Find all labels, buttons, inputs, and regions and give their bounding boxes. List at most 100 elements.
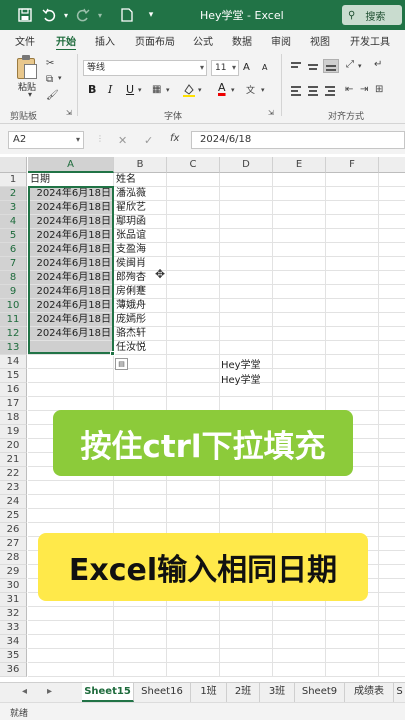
fill-handle[interactable] (110, 351, 115, 356)
grid-cell[interactable] (114, 509, 167, 523)
grid-cell[interactable] (273, 243, 326, 257)
tab-data[interactable]: 数据 (232, 33, 252, 48)
name-cell[interactable]: 骆杰轩 (114, 327, 167, 341)
grid-cell[interactable] (114, 481, 167, 495)
grid-cell[interactable] (273, 229, 326, 243)
grid-cell[interactable] (220, 299, 273, 313)
grid-cell[interactable] (326, 509, 379, 523)
grid-cell[interactable] (379, 425, 405, 439)
grid-cell[interactable] (167, 327, 220, 341)
grid-cell[interactable] (273, 397, 326, 411)
row-header[interactable]: 34 (0, 635, 27, 649)
column-header-f[interactable]: F (326, 157, 379, 173)
grid-cell[interactable] (114, 621, 167, 635)
grid-cell[interactable] (273, 481, 326, 495)
grid-cell[interactable] (167, 229, 220, 243)
grid-cell[interactable] (379, 635, 405, 649)
column-header-d[interactable]: D (220, 157, 273, 173)
grid-cell[interactable] (220, 327, 273, 341)
grid-cell[interactable] (220, 257, 273, 271)
grid-cell[interactable] (28, 369, 114, 383)
row-header[interactable]: 10 (0, 299, 27, 313)
grid-cell[interactable] (326, 313, 379, 327)
row-header[interactable]: 31 (0, 593, 27, 607)
phonetic-guide-icon[interactable]: 文 (246, 83, 255, 96)
row-header[interactable]: 23 (0, 481, 27, 495)
grid-cell[interactable] (379, 313, 405, 327)
name-box[interactable]: A2 ▾ (8, 131, 84, 149)
row-header[interactable]: 24 (0, 495, 27, 509)
grid-cell[interactable] (273, 355, 326, 369)
row-header[interactable]: 8 (0, 271, 27, 285)
new-document-icon[interactable] (118, 6, 136, 24)
row-header[interactable]: 7 (0, 257, 27, 271)
grid-cell[interactable] (220, 285, 273, 299)
underline-dropdown-icon[interactable]: ▾ (138, 86, 142, 94)
column-header-c[interactable]: C (167, 157, 220, 173)
row-header[interactable]: 19 (0, 425, 27, 439)
name-cell[interactable]: 张品谊 (114, 229, 167, 243)
grid-cell[interactable] (114, 635, 167, 649)
column-header-a[interactable]: A (28, 157, 114, 173)
column-header-e[interactable]: E (273, 157, 326, 173)
grid-cell[interactable] (379, 271, 405, 285)
grid-cell[interactable] (273, 313, 326, 327)
grid-cell[interactable] (28, 649, 114, 663)
grid-cell[interactable] (167, 243, 220, 257)
copy-icon[interactable]: ⧉ (46, 74, 53, 85)
orientation-icon[interactable]: ⤢ (346, 59, 354, 70)
font-color-dropdown-icon[interactable]: ▾ (231, 86, 235, 94)
grid-cell[interactable] (326, 649, 379, 663)
row-header[interactable]: 15 (0, 369, 27, 383)
grid-cell[interactable] (28, 607, 114, 621)
grid-cell[interactable] (326, 607, 379, 621)
merge-center-icon[interactable]: ⊞ (375, 84, 383, 95)
grid-cell[interactable] (326, 481, 379, 495)
auto-fill-options-icon[interactable]: ▤ (115, 358, 128, 370)
column-header-b[interactable]: B (114, 157, 167, 173)
tab-formulas[interactable]: 公式 (193, 33, 213, 48)
grid-cell[interactable] (273, 649, 326, 663)
redo-icon[interactable] (74, 6, 92, 24)
paste-button-label[interactable]: 粘贴 (18, 80, 36, 93)
grid-cell[interactable] (167, 649, 220, 663)
grid-cell[interactable] (379, 327, 405, 341)
grid-cell[interactable] (379, 257, 405, 271)
grid-cell[interactable] (220, 229, 273, 243)
font-color-button[interactable]: A (218, 81, 226, 94)
grid-cell[interactable] (379, 355, 405, 369)
row-header[interactable]: 16 (0, 383, 27, 397)
grid-cell[interactable] (326, 257, 379, 271)
save-icon[interactable] (16, 6, 34, 24)
grid-cell[interactable] (379, 593, 405, 607)
grid-cell[interactable] (220, 215, 273, 229)
grid-cell[interactable] (326, 383, 379, 397)
column-header-partial[interactable] (379, 157, 405, 173)
shrink-font-button[interactable]: A (262, 63, 267, 72)
row-header[interactable]: 18 (0, 411, 27, 425)
row-header[interactable]: 22 (0, 467, 27, 481)
grid-cell[interactable] (167, 271, 220, 285)
grid-cell[interactable] (379, 439, 405, 453)
grid-cell[interactable] (379, 649, 405, 663)
grid-cell[interactable] (379, 243, 405, 257)
row-header[interactable]: 28 (0, 551, 27, 565)
undo-dropdown-icon[interactable]: ▾ (57, 6, 75, 24)
grid-cell[interactable] (167, 663, 220, 677)
copy-dropdown-icon[interactable]: ▾ (58, 74, 62, 82)
tab-home[interactable]: 开始 (56, 33, 76, 51)
sheet-tab-partial[interactable]: S (394, 683, 405, 702)
name-cell[interactable]: 庞嫣彤 (114, 313, 167, 327)
row-header[interactable]: 14 (0, 355, 27, 369)
grid-cell[interactable] (273, 285, 326, 299)
fill-color-icon[interactable] (182, 83, 196, 100)
tab-review[interactable]: 审阅 (271, 33, 291, 48)
tab-insert[interactable]: 插入 (95, 33, 115, 48)
grid-cell[interactable] (167, 187, 220, 201)
grid-cell[interactable] (220, 621, 273, 635)
customize-toolbar-icon[interactable]: ▾ (142, 6, 160, 24)
grid-cell[interactable] (379, 341, 405, 355)
sheet-tab-sheet16[interactable]: Sheet16 (134, 683, 191, 702)
orientation-dropdown-icon[interactable]: ▾ (358, 62, 362, 70)
sheet-tab-class2[interactable]: 2班 (227, 683, 260, 702)
